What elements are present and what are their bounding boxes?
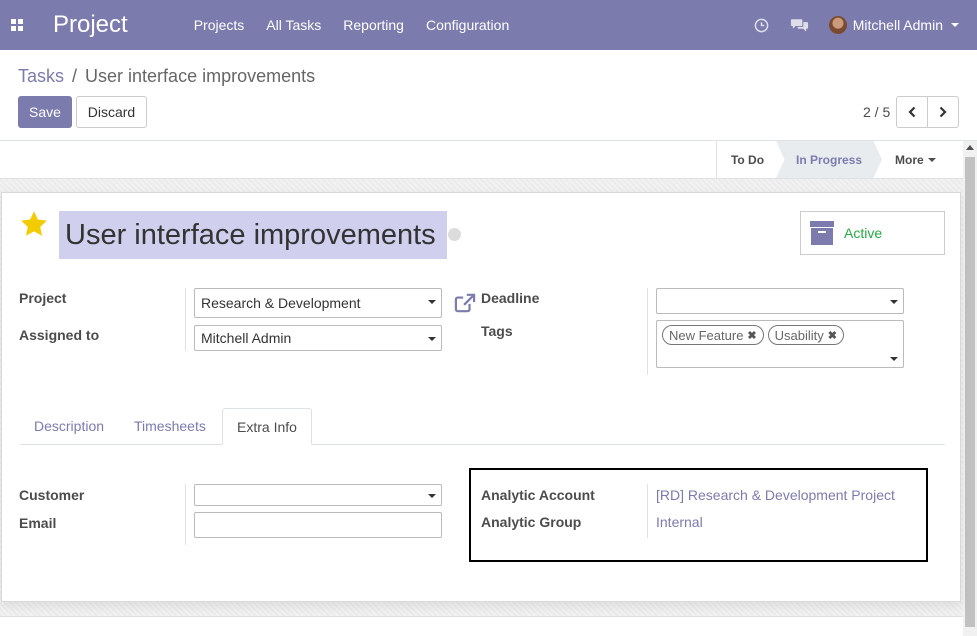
task-title-input[interactable] bbox=[59, 211, 447, 259]
kanban-state-dot[interactable] bbox=[448, 228, 461, 241]
breadcrumb-tasks[interactable]: Tasks bbox=[18, 66, 64, 87]
app-brand[interactable]: Project bbox=[53, 11, 128, 39]
pager-previous-button[interactable] bbox=[896, 96, 928, 128]
scroll-up-arrow-icon[interactable] bbox=[966, 145, 974, 150]
stage-more-button[interactable]: More bbox=[895, 141, 955, 178]
pager-value[interactable]: 2 / 5 bbox=[863, 104, 890, 120]
project-field[interactable]: Research & Development bbox=[194, 288, 442, 318]
remove-tag-icon[interactable]: ✖ bbox=[747, 329, 756, 342]
customer-label: Customer bbox=[19, 487, 85, 503]
chevron-down-icon bbox=[951, 23, 959, 27]
breadcrumb: Tasks / User interface improvements bbox=[18, 66, 315, 87]
assigned-to-value: Mitchell Admin bbox=[201, 330, 292, 346]
form-sheet: Active Project Research & Development As… bbox=[1, 192, 961, 602]
tab-timesheets[interactable]: Timesheets bbox=[120, 408, 220, 444]
email-field[interactable] bbox=[194, 512, 442, 538]
vertical-scrollbar[interactable] bbox=[963, 141, 977, 636]
deadline-field[interactable] bbox=[656, 288, 904, 314]
chevron-right-icon bbox=[939, 106, 947, 118]
tags-field[interactable]: New Feature ✖ Usability ✖ bbox=[656, 320, 904, 368]
remove-tag-icon[interactable]: ✖ bbox=[828, 329, 837, 342]
active-label: Active bbox=[844, 225, 883, 241]
user-menu[interactable]: Mitchell Admin bbox=[828, 16, 959, 34]
external-link-icon[interactable] bbox=[454, 293, 476, 313]
top-navbar: Project Projects All Tasks Reporting Con… bbox=[0, 0, 977, 50]
chevron-down-icon bbox=[927, 157, 936, 162]
tag-usability: Usability ✖ bbox=[767, 325, 844, 345]
chevron-down-icon bbox=[890, 300, 898, 304]
chevron-down-icon bbox=[428, 337, 436, 341]
tag-label: Usability bbox=[774, 327, 824, 343]
apps-icon[interactable] bbox=[0, 0, 34, 50]
notebook-tabs: Description Timesheets Extra Info bbox=[20, 408, 945, 445]
star-icon[interactable] bbox=[19, 209, 49, 239]
archive-icon bbox=[810, 221, 834, 245]
clock-icon[interactable] bbox=[743, 0, 781, 50]
stage-todo[interactable]: To Do bbox=[716, 141, 778, 178]
menu-reporting[interactable]: Reporting bbox=[332, 0, 415, 50]
tab-description[interactable]: Description bbox=[20, 408, 118, 444]
chevron-down-icon bbox=[890, 357, 898, 361]
scroll-thumb[interactable] bbox=[965, 157, 975, 627]
analytic-group-label: Analytic Group bbox=[481, 514, 582, 530]
status-bar: To Do In Progress More bbox=[0, 141, 963, 179]
breadcrumb-current: User interface improvements bbox=[85, 66, 316, 86]
field-separator bbox=[647, 484, 648, 538]
analytic-account-label: Analytic Account bbox=[481, 487, 595, 503]
breadcrumb-separator: / bbox=[72, 66, 78, 86]
avatar bbox=[828, 16, 847, 34]
pager-next-button[interactable] bbox=[927, 96, 959, 128]
chevron-down-icon bbox=[428, 494, 436, 498]
main-menu: Projects All Tasks Reporting Configurati… bbox=[183, 0, 521, 50]
analytic-account-link[interactable]: [RD] Research & Development Project bbox=[656, 487, 895, 503]
email-label: Email bbox=[19, 515, 57, 531]
control-panel: Tasks / User interface improvements Save… bbox=[0, 50, 977, 141]
chevron-down-icon bbox=[428, 300, 436, 304]
assigned-to-field[interactable]: Mitchell Admin bbox=[194, 325, 442, 351]
assigned-to-label: Assigned to bbox=[19, 327, 100, 343]
navbar-right: Mitchell Admin bbox=[743, 0, 977, 50]
chatter-area bbox=[0, 616, 963, 636]
field-separator bbox=[185, 288, 186, 351]
menu-projects[interactable]: Projects bbox=[183, 0, 256, 50]
menu-configuration[interactable]: Configuration bbox=[415, 0, 520, 50]
tag-new-feature: New Feature ✖ bbox=[662, 325, 764, 345]
menu-all-tasks[interactable]: All Tasks bbox=[255, 0, 332, 50]
save-button[interactable]: Save bbox=[18, 96, 72, 128]
field-separator bbox=[185, 484, 186, 545]
chat-icon[interactable] bbox=[781, 0, 819, 50]
analytic-group-link[interactable]: Internal bbox=[656, 514, 703, 530]
tab-extra-info[interactable]: Extra Info bbox=[222, 408, 312, 445]
stage-in-progress[interactable]: In Progress bbox=[776, 141, 882, 178]
deadline-label: Deadline bbox=[481, 290, 540, 306]
active-toggle-button[interactable]: Active bbox=[800, 211, 945, 255]
field-separator bbox=[647, 288, 648, 375]
customer-field[interactable] bbox=[194, 484, 442, 506]
discard-button[interactable]: Discard bbox=[76, 96, 147, 128]
tag-label: New Feature bbox=[669, 327, 744, 343]
project-value: Research & Development bbox=[201, 295, 361, 311]
chevron-left-icon bbox=[908, 106, 916, 118]
project-label: Project bbox=[19, 290, 67, 306]
tags-label: Tags bbox=[481, 323, 513, 339]
stage-more-label: More bbox=[895, 152, 924, 167]
user-name: Mitchell Admin bbox=[852, 17, 943, 33]
